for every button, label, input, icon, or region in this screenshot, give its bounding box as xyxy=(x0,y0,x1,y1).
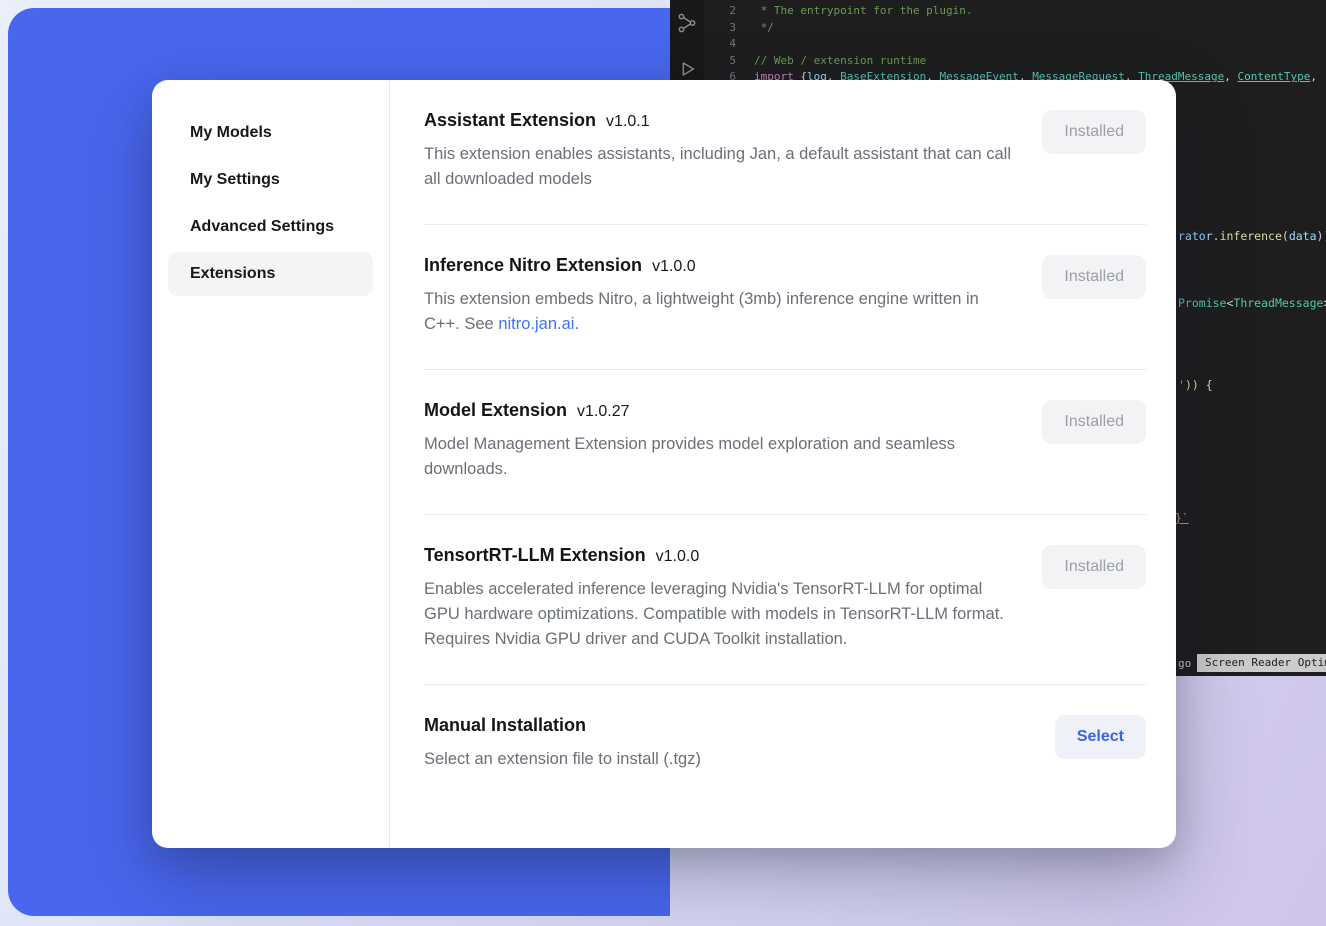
line-number: 4 xyxy=(708,36,736,53)
extension-version: v1.0.27 xyxy=(577,403,629,421)
code-token: )); xyxy=(1317,229,1326,243)
extension-title-line: Model Extension v1.0.27 xyxy=(424,400,1012,421)
code-token: )) xyxy=(1185,378,1206,392)
extension-text: Model Extension v1.0.27 Model Management… xyxy=(424,400,1012,482)
line-number: 3 xyxy=(708,20,736,37)
line-number: 2 xyxy=(708,3,736,20)
extension-title: Manual Installation xyxy=(424,715,586,736)
code-fragment: rator.inference(data)); xyxy=(1178,229,1326,243)
code-token: inference xyxy=(1220,229,1282,243)
code-token: . xyxy=(1213,229,1220,243)
extension-row-manual-installation: Manual Installation Select an extension … xyxy=(424,685,1146,804)
sidebar-item-my-models[interactable]: My Models xyxy=(168,111,373,155)
sidebar-item-extensions[interactable]: Extensions xyxy=(168,252,373,296)
sidebar-item-label: Advanced Settings xyxy=(190,218,334,236)
code-token: Promise xyxy=(1178,296,1226,310)
code-token: , xyxy=(1310,70,1317,83)
extension-description: Model Management Extension provides mode… xyxy=(424,432,1012,482)
code-token: ThreadMessage xyxy=(1233,296,1323,310)
line-number: 5 xyxy=(708,53,736,70)
page-background: 23456 * The entrypoint for the plugin. *… xyxy=(0,0,1326,926)
extension-text: Manual Installation Select an extension … xyxy=(424,715,701,772)
sidebar-item-advanced-settings[interactable]: Advanced Settings xyxy=(168,205,373,249)
extension-description: This extension embeds Nitro, a lightweig… xyxy=(424,287,1012,337)
extension-description: Select an extension file to install (.tg… xyxy=(424,747,701,772)
code-token: ' xyxy=(1178,378,1185,392)
code-token: { xyxy=(1206,378,1213,392)
code-lines: * The entrypoint for the plugin. */ // W… xyxy=(754,3,1326,86)
description-text: This extension enables assistants, inclu… xyxy=(424,145,1011,188)
code-token: ( xyxy=(1282,229,1289,243)
screen-reader-chip: Screen Reader Optimize xyxy=(1197,654,1326,672)
code-token: rator xyxy=(1178,229,1213,243)
extension-title-line: Assistant Extension v1.0.1 xyxy=(424,110,1012,131)
code-fragment: Promise<ThreadMessage> xyxy=(1178,296,1326,310)
status-text: go xyxy=(1178,657,1191,670)
code-fragment: ')) { xyxy=(1178,378,1213,392)
extension-row-assistant-extension: Assistant Extension v1.0.1 This extensio… xyxy=(424,80,1146,224)
extension-text: Assistant Extension v1.0.1 This extensio… xyxy=(424,110,1012,192)
extension-title: Assistant Extension xyxy=(424,110,596,131)
description-text: Select an extension file to install (.tg… xyxy=(424,750,701,768)
extension-text: Inference Nitro Extension v1.0.0 This ex… xyxy=(424,255,1012,337)
nitro-link[interactable]: nitro.jan.ai. xyxy=(498,315,579,333)
extension-row-inference-nitro-extension: Inference Nitro Extension v1.0.0 This ex… xyxy=(424,225,1146,369)
code-token: data xyxy=(1289,229,1317,243)
installed-button[interactable]: Installed xyxy=(1042,545,1146,589)
description-text: Model Management Extension provides mode… xyxy=(424,435,955,478)
code-token: * The entrypoint for the plugin. xyxy=(754,4,973,17)
extension-description: This extension enables assistants, inclu… xyxy=(424,142,1012,192)
sidebar-item-my-settings[interactable]: My Settings xyxy=(168,158,373,202)
extension-version: v1.0.1 xyxy=(606,113,650,131)
code-token: ContentType xyxy=(1238,70,1311,83)
installed-button[interactable]: Installed xyxy=(1042,110,1146,154)
code-token: // Web / extension runtime xyxy=(754,54,926,67)
extension-description: Enables accelerated inference leveraging… xyxy=(424,577,1012,652)
code-line: // Web / extension runtime xyxy=(754,53,1326,70)
extensions-list: Assistant Extension v1.0.1 This extensio… xyxy=(390,80,1176,848)
select-button[interactable]: Select xyxy=(1055,715,1146,759)
extension-title: Inference Nitro Extension xyxy=(424,255,642,276)
extension-row-tensortrt-llm-extension: TensortRT-LLM Extension v1.0.0 Enables a… xyxy=(424,515,1146,684)
settings-sidebar: My Models My Settings Advanced Settings … xyxy=(152,80,390,848)
code-line: */ xyxy=(754,20,1326,37)
installed-button[interactable]: Installed xyxy=(1042,255,1146,299)
sidebar-item-label: My Settings xyxy=(190,171,280,189)
sidebar-item-label: Extensions xyxy=(190,265,275,283)
settings-modal: My Models My Settings Advanced Settings … xyxy=(152,80,1176,848)
line-numbers: 23456 xyxy=(708,3,736,86)
code-token: , xyxy=(1224,70,1237,83)
extension-title-line: TensortRT-LLM Extension v1.0.0 xyxy=(424,545,1012,566)
extension-title: Model Extension xyxy=(424,400,567,421)
code-line xyxy=(754,36,1326,53)
extension-title-line: Inference Nitro Extension v1.0.0 xyxy=(424,255,1012,276)
extension-title: TensortRT-LLM Extension xyxy=(424,545,646,566)
graph-icon[interactable] xyxy=(676,12,698,34)
extension-row-model-extension: Model Extension v1.0.27 Model Management… xyxy=(424,370,1146,514)
sidebar-item-label: My Models xyxy=(190,124,272,142)
extension-title-line: Manual Installation xyxy=(424,715,701,736)
extension-version: v1.0.0 xyxy=(652,258,696,276)
code-line: * The entrypoint for the plugin. xyxy=(754,3,1326,20)
extension-version: v1.0.0 xyxy=(656,548,700,566)
extension-text: TensortRT-LLM Extension v1.0.0 Enables a… xyxy=(424,545,1012,652)
code-token: */ xyxy=(754,21,774,34)
description-text: Enables accelerated inference leveraging… xyxy=(424,580,1004,648)
run-icon[interactable] xyxy=(676,58,698,80)
installed-button[interactable]: Installed xyxy=(1042,400,1146,444)
